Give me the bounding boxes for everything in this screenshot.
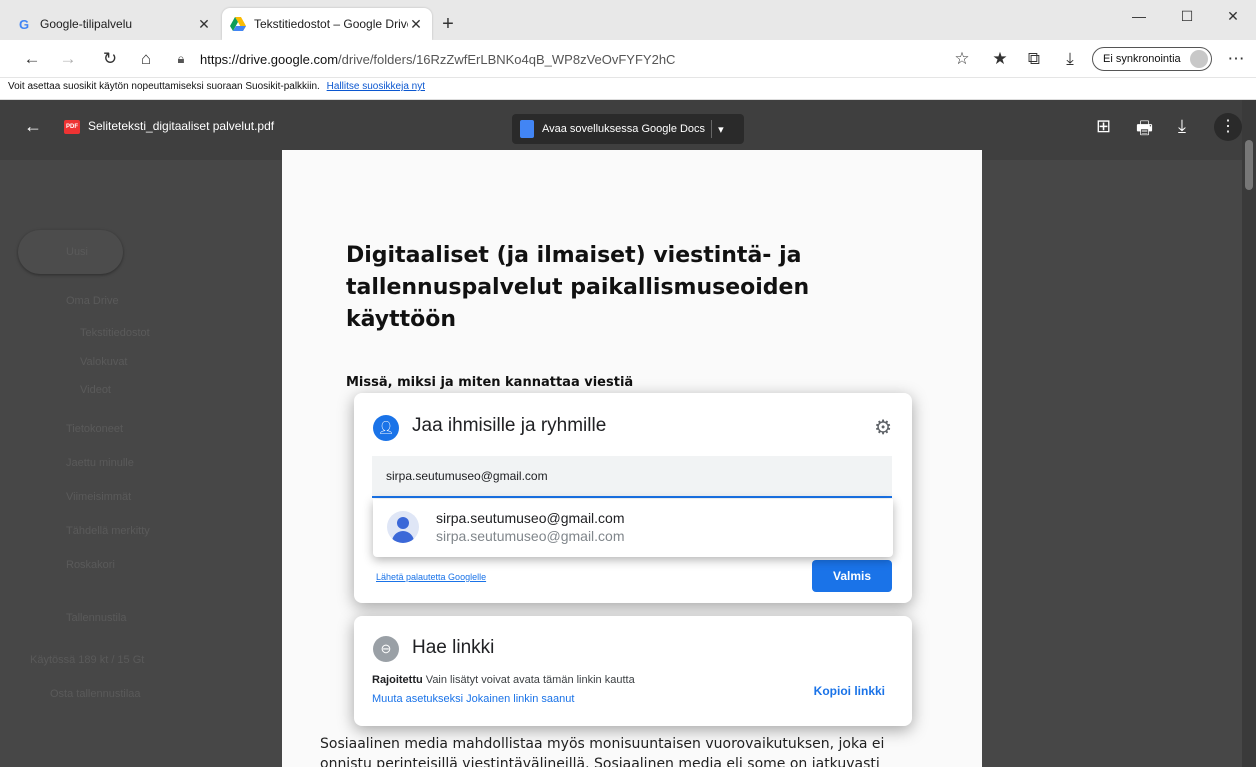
manage-favorites-link[interactable]: Hallitse suosikkeja nyt bbox=[327, 81, 425, 92]
minimize-button[interactable]: — bbox=[1116, 0, 1162, 32]
downloads-icon[interactable]: ⤓ bbox=[1058, 47, 1082, 71]
favorites-bar: Voit asettaa suosikit käytön nopeuttamis… bbox=[0, 78, 1256, 100]
print-icon[interactable]: 🖶︎ bbox=[1136, 116, 1153, 146]
sidebar-item-storage[interactable]: Tallennustila bbox=[66, 612, 127, 624]
suggestion-item[interactable]: sirpa.seutumuseo@gmail.com sirpa.seutumu… bbox=[373, 499, 893, 557]
favorites-hint: Voit asettaa suosikit käytön nopeuttamis… bbox=[8, 81, 320, 92]
favorites-icon[interactable]: ★ bbox=[988, 47, 1012, 71]
copy-link-button[interactable]: Kopioi linkki bbox=[814, 684, 885, 698]
close-icon[interactable]: ✕ bbox=[408, 16, 424, 33]
sidebar-item-recent[interactable]: Viimeisimmät bbox=[66, 491, 131, 503]
download-icon[interactable]: ⤓ bbox=[1178, 116, 1186, 137]
new-label: Uusi bbox=[66, 246, 89, 258]
sidebar-item-folder[interactable]: Videot bbox=[80, 384, 111, 396]
url-path: /drive/folders/16RzZwfErLBNKo4qB_WP8zVeO… bbox=[338, 51, 676, 67]
pdf-heading: Digitaaliset (ja ilmaiset) viestintä- ja… bbox=[346, 243, 810, 332]
tab-google-account[interactable]: G Google-tilipalvelu ✕ bbox=[8, 8, 220, 40]
more-icon[interactable]: ⋯ bbox=[1224, 47, 1248, 71]
divider bbox=[711, 120, 713, 138]
restricted-label: Rajoitettu bbox=[372, 674, 423, 686]
pdf-icon: PDF bbox=[64, 120, 80, 134]
sync-label: Ei synkronointia bbox=[1103, 53, 1181, 65]
add-person-icon: 👤︎ bbox=[373, 415, 399, 441]
share-dialog-title: Jaa ihmisille ja ryhmille bbox=[412, 415, 607, 436]
open-with-docs-button[interactable]: Avaa sovelluksessa Google Docs ▾ bbox=[512, 114, 744, 144]
docs-icon bbox=[520, 120, 534, 138]
tab-strip: G Google-tilipalvelu ✕ Tekstitiedostot –… bbox=[0, 0, 1256, 40]
done-button[interactable]: Valmis bbox=[812, 560, 892, 592]
lock-icon: 🔒︎ bbox=[177, 51, 185, 66]
back-button[interactable]: ← bbox=[20, 47, 44, 71]
refresh-button[interactable]: ↻ bbox=[98, 47, 122, 71]
address-toolbar: ← → ↻ ⌂ 🔒︎ https://drive.google.com/driv… bbox=[0, 40, 1256, 78]
pdf-body-text: Sosiaalinen media mahdollistaa myös moni… bbox=[320, 736, 885, 767]
profile-avatar bbox=[1190, 50, 1208, 68]
share-dialog: 👤︎ Jaa ihmisille ja ryhmille ⚙ sirpa.seu… bbox=[354, 393, 912, 603]
tab-title: Google-tilipalvelu bbox=[40, 17, 133, 31]
more-vert-icon[interactable]: ⋮ bbox=[1214, 113, 1242, 141]
sidebar-item-my-drive[interactable]: Oma Drive bbox=[66, 295, 119, 307]
sidebar-item-starred[interactable]: Tähdellä merkitty bbox=[66, 525, 150, 537]
chevron-down-icon[interactable]: ▾ bbox=[718, 123, 724, 136]
link-icon: ⊖ bbox=[373, 636, 399, 662]
home-button[interactable]: ⌂ bbox=[134, 47, 158, 71]
add-favorite-icon[interactable]: ☆ bbox=[950, 47, 974, 71]
viewer-file-title: Seliteteksti_digitaaliset palvelut.pdf bbox=[88, 119, 275, 133]
scrollbar-thumb[interactable] bbox=[1245, 140, 1253, 190]
pdf-subheading: Missä, miksi ja miten kannattaa viestiä bbox=[346, 375, 634, 390]
get-link-title: Hae linkki bbox=[412, 637, 495, 658]
sidebar-item-computers[interactable]: Tietokoneet bbox=[66, 423, 123, 435]
link-restriction: Rajoitettu Vain lisätyt voivat avata täm… bbox=[372, 674, 635, 686]
forward-button[interactable]: → bbox=[56, 47, 80, 71]
sidebar-item-folder[interactable]: Tekstitiedostot bbox=[80, 327, 150, 339]
scrollbar[interactable] bbox=[1242, 100, 1256, 767]
profile-sync-button[interactable]: Ei synkronointia bbox=[1092, 47, 1212, 71]
drive-sidebar: Uusi Oma Drive Tekstitiedostot Valokuvat… bbox=[0, 160, 260, 767]
sidebar-item-shared[interactable]: Jaettu minulle bbox=[66, 457, 134, 469]
viewer-back-button[interactable]: ← bbox=[24, 116, 42, 137]
google-icon: G bbox=[18, 16, 30, 32]
restricted-text: Vain lisätyt voivat avata tämän linkin k… bbox=[425, 674, 635, 686]
address-bar[interactable]: 🔒︎ https://drive.google.com/drive/folder… bbox=[170, 45, 950, 73]
open-with-label: Avaa sovelluksessa Google Docs bbox=[542, 123, 706, 135]
change-link-setting[interactable]: Muuta asetukseksi Jokainen linkin saanut bbox=[372, 693, 574, 705]
avatar bbox=[387, 511, 419, 543]
collections-icon[interactable]: ⧉ bbox=[1022, 47, 1046, 71]
browser-window: G Google-tilipalvelu ✕ Tekstitiedostot –… bbox=[0, 0, 1256, 767]
suggestion-name: sirpa.seutumuseo@gmail.com bbox=[436, 510, 625, 526]
buy-storage-button[interactable]: Osta tallennustilaa bbox=[50, 688, 141, 700]
sidebar-item-trash[interactable]: Roskakori bbox=[66, 559, 115, 571]
close-window-button[interactable]: ✕ bbox=[1210, 0, 1256, 32]
get-link-dialog: ⊖ Hae linkki Rajoitettu Vain lisätyt voi… bbox=[354, 616, 912, 726]
send-feedback-link[interactable]: Lähetä palautetta Googlelle bbox=[376, 572, 486, 582]
close-icon[interactable]: ✕ bbox=[196, 16, 212, 33]
add-shortcut-icon[interactable]: ⊞ bbox=[1096, 116, 1111, 137]
storage-usage: Käytössä 189 kt / 15 Gt bbox=[30, 654, 145, 666]
gear-icon[interactable]: ⚙ bbox=[874, 415, 892, 440]
maximize-button[interactable]: ☐ bbox=[1164, 0, 1210, 32]
suggestion-email: sirpa.seutumuseo@gmail.com bbox=[436, 528, 625, 544]
tab-title: Tekstitiedostot – Google Drive bbox=[254, 17, 408, 31]
url-host: https://drive.google.com bbox=[200, 51, 339, 67]
drive-icon bbox=[230, 16, 246, 32]
new-tab-button[interactable]: + bbox=[436, 14, 460, 34]
tab-google-drive[interactable]: Tekstitiedostot – Google Drive ✕ bbox=[222, 8, 432, 40]
share-email-input[interactable]: sirpa.seutumuseo@gmail.com bbox=[372, 456, 892, 498]
sidebar-item-folder[interactable]: Valokuvat bbox=[80, 356, 128, 368]
